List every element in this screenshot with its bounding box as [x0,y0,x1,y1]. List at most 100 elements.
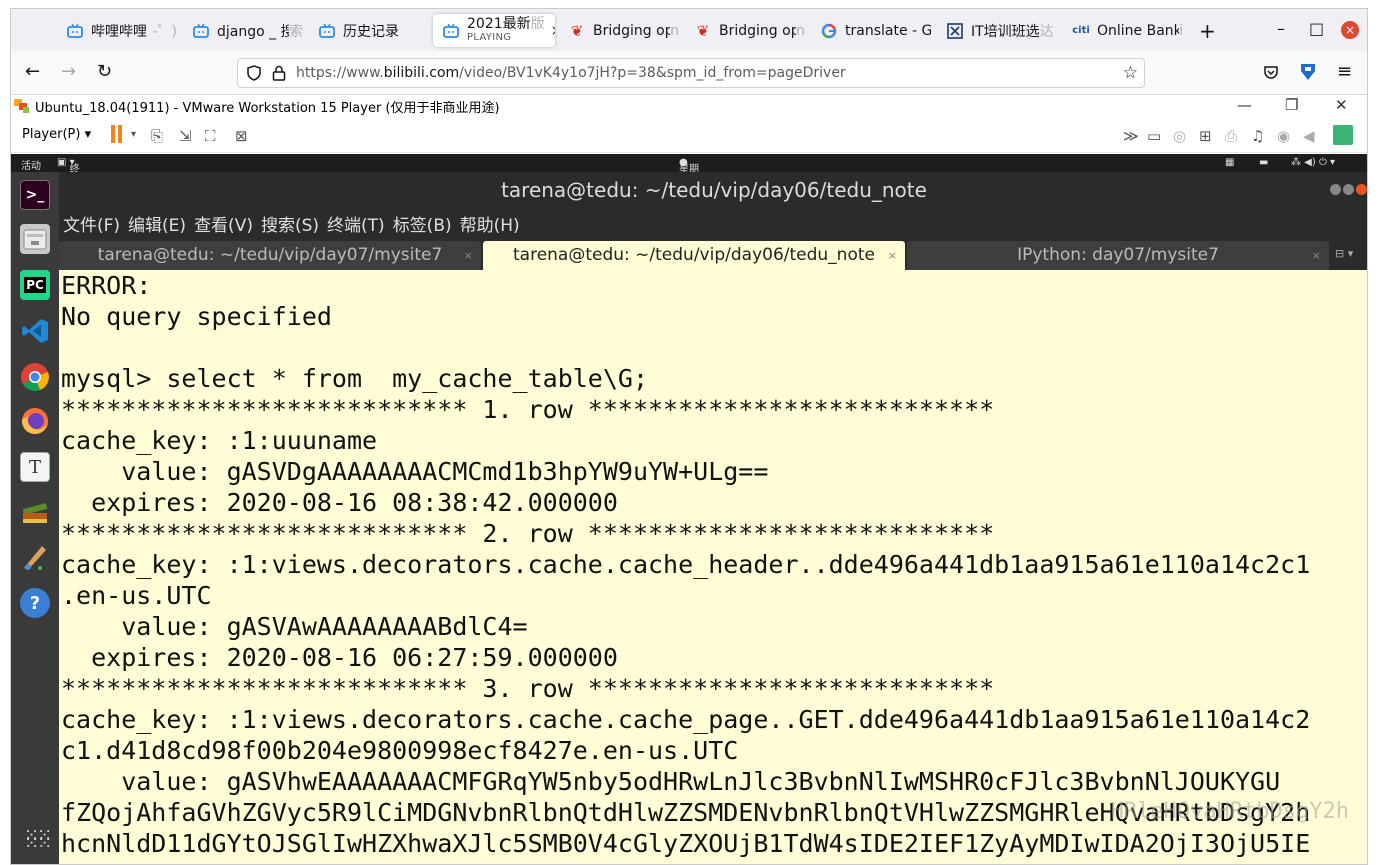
tab-label-fade: n [796,22,805,39]
menu-view[interactable]: 查看(V) [194,211,253,236]
vm-minimize-button[interactable]: — [1237,96,1252,114]
browser-nav-bar: ← → ↻ https://www.bilibili.com/video/BV1… [11,51,1367,95]
close-tab-icon[interactable]: × [1312,241,1321,270]
removable-devices-icon[interactable]: ⇲ [179,127,192,145]
vm-restore-button[interactable]: ❐ [1285,96,1298,114]
help-app-icon[interactable]: ? [20,588,50,618]
tab-label: Bridging ope [593,22,670,39]
browser-tab-translate[interactable]: translate - G [811,14,931,47]
terminal-line: cache_key: :1:uuuname [61,426,378,455]
firefox-app-icon[interactable] [20,406,50,436]
lock-icon[interactable] [272,65,286,81]
system-status-icon[interactable]: ⁂ ◀) ⏻ ▾ [1291,157,1335,168]
close-tab-icon[interactable]: × [551,23,555,39]
activities-button[interactable]: 活动 [21,157,41,172]
terminal-maximize-button[interactable] [1343,184,1354,195]
tab-label: Online Bank [1097,22,1180,39]
url-text[interactable]: https://www.bilibili.com/video/BV1vK4y1o… [296,65,846,81]
show-applications-icon[interactable]: ⁙⁙ ⁙⁙ [24,827,52,853]
terminal-line: value: gASVDgAAAAAAAACMCmd1b3hpYW9uYW+UL… [61,457,769,486]
browser-tab-history[interactable]: 历史记录 [309,14,429,47]
chrome-app-icon[interactable] [20,362,50,392]
fit-guest-icon[interactable]: ⛶ [205,127,216,145]
tab-label: translate - G [845,22,931,39]
input-method-icon[interactable]: ▬ [1259,157,1268,168]
tab-label: 历史记录 [343,23,399,40]
reload-button[interactable]: ↻ [97,61,112,82]
terminal-line: value: gASVAwAAAAAAAABdlC4= [61,612,528,641]
browser-tab-bridging-2[interactable]: ❦ Bridging ope n [685,14,805,47]
more-devices-icon[interactable]: ≫ [1123,127,1139,145]
printer-icon[interactable]: ⎙ [1225,127,1237,145]
message-log-icon[interactable] [1333,125,1353,145]
pocket-icon[interactable] [1263,64,1279,80]
books-app-icon[interactable] [20,496,50,526]
browser-tab-bilibili[interactable]: 哔哩哔哩 (゜ -゜) [57,14,177,47]
send-ctrl-alt-del-icon[interactable]: ⎘ [151,127,163,145]
terminal-window: tarena@tedu: ~/tedu/vip/day06/tedu_note … [59,172,1367,864]
cd-icon[interactable]: ◎ [1173,127,1186,145]
menu-file[interactable]: 文件(F) [63,211,120,236]
back-button[interactable]: ← [25,61,40,82]
pause-dropdown-icon[interactable]: ▾ [131,129,136,140]
tab-list-icon[interactable]: ⊟ ▾ [1335,247,1353,260]
menu-search[interactable]: 搜索(S) [261,211,319,236]
forward-button[interactable]: → [61,61,76,82]
vm-close-button[interactable]: ✕ [1335,96,1348,114]
terminal-tab-mysite7[interactable]: tarena@tedu: ~/tedu/vip/day07/mysite7 × [59,241,481,270]
terminal-close-button[interactable] [1356,184,1367,195]
player-menu[interactable]: Player(P) ▾ [22,127,91,142]
network-icon[interactable]: ⊞ [1199,127,1212,145]
terminal-line: *************************** 2. row *****… [61,519,995,548]
terminal-app-icon[interactable]: >_ [20,180,50,210]
unity-icon[interactable]: ⊠ [235,127,248,145]
bookmark-star-icon[interactable]: ☆ [1123,63,1138,83]
close-tab-icon[interactable]: × [888,241,897,270]
pause-icon[interactable] [111,125,123,143]
audio-icon[interactable]: ♫ [1251,127,1264,145]
window-minimize-button[interactable]: – [1277,19,1285,38]
menu-icon[interactable]: ≡ [1337,61,1352,82]
terminal-tab-tedu-note[interactable]: tarena@tedu: ~/tedu/vip/day06/tedu_note … [483,241,905,270]
window-maximize-button[interactable]: □ [1309,19,1324,38]
tab-label: django _ 搜 [217,23,289,40]
new-tab-button[interactable]: + [1199,19,1216,43]
window-close-button[interactable]: × [1341,21,1359,39]
menu-edit[interactable]: 编辑(E) [128,211,186,236]
shield-icon[interactable] [246,65,262,81]
menu-terminal[interactable]: 终端(T) [327,211,385,236]
browser-tab-online-bank[interactable]: citi Online Bank i [1063,14,1183,47]
bilibili-tv-icon [319,23,335,39]
camera-icon[interactable]: ◉ [1277,127,1290,145]
files-app-icon[interactable] [20,224,50,254]
sound-icon[interactable]: ◀ [1303,127,1315,145]
terminal-tab-ipython[interactable]: IPython: day07/mysite7 × [907,241,1329,270]
menu-help[interactable]: 帮助(H) [460,211,520,236]
google-icon [821,23,837,39]
playing-indicator: PLAYING [467,31,512,43]
pycharm-app-icon[interactable]: PC [20,270,50,300]
menu-tabs[interactable]: 标签(B) [393,211,452,236]
keyboard-icon[interactable]: ▦ [1225,157,1234,168]
browser-tab-active-video[interactable]: 2021最新版 PLAYING × [433,14,555,47]
bilibili-tv-icon [67,23,83,39]
top-clock[interactable]: 星期日 16：39 ● [679,157,702,216]
vscode-app-icon[interactable] [20,316,50,346]
close-tab-icon[interactable]: × [464,241,473,270]
terminal-line: ERROR: [61,271,152,300]
tab-label: Bridging ope [719,22,796,39]
terminal-line: cache_key: :1:views.decorators.cache.cac… [61,550,1311,579]
hdd-icon[interactable]: ▭ [1147,127,1161,145]
terminal-minimize-button[interactable] [1330,184,1341,195]
browser-tab-strip: 哔哩哔哩 (゜ -゜) django _ 搜 索 历史记录 [11,9,1367,51]
terminal-line: mysql> select * from my_cache_table\G; [61,364,648,393]
address-bar[interactable]: https://www.bilibili.com/video/BV1vK4y1o… [237,58,1145,88]
browser-tab-django[interactable]: django _ 搜 索 [183,14,303,47]
browser-tab-bridging-1[interactable]: ❦ Bridging ope n [559,14,679,47]
extension-icon[interactable] [1299,62,1317,82]
app-menu[interactable]: ▣ 终端 ▾ [57,157,80,190]
inkscape-app-icon[interactable] [20,542,50,572]
browser-tab-it-training[interactable]: IT培训班选 达 [937,14,1057,47]
terminal-output[interactable]: ERROR: No query specified mysql> select * … [61,270,1361,864]
typora-app-icon[interactable]: T [20,452,50,482]
